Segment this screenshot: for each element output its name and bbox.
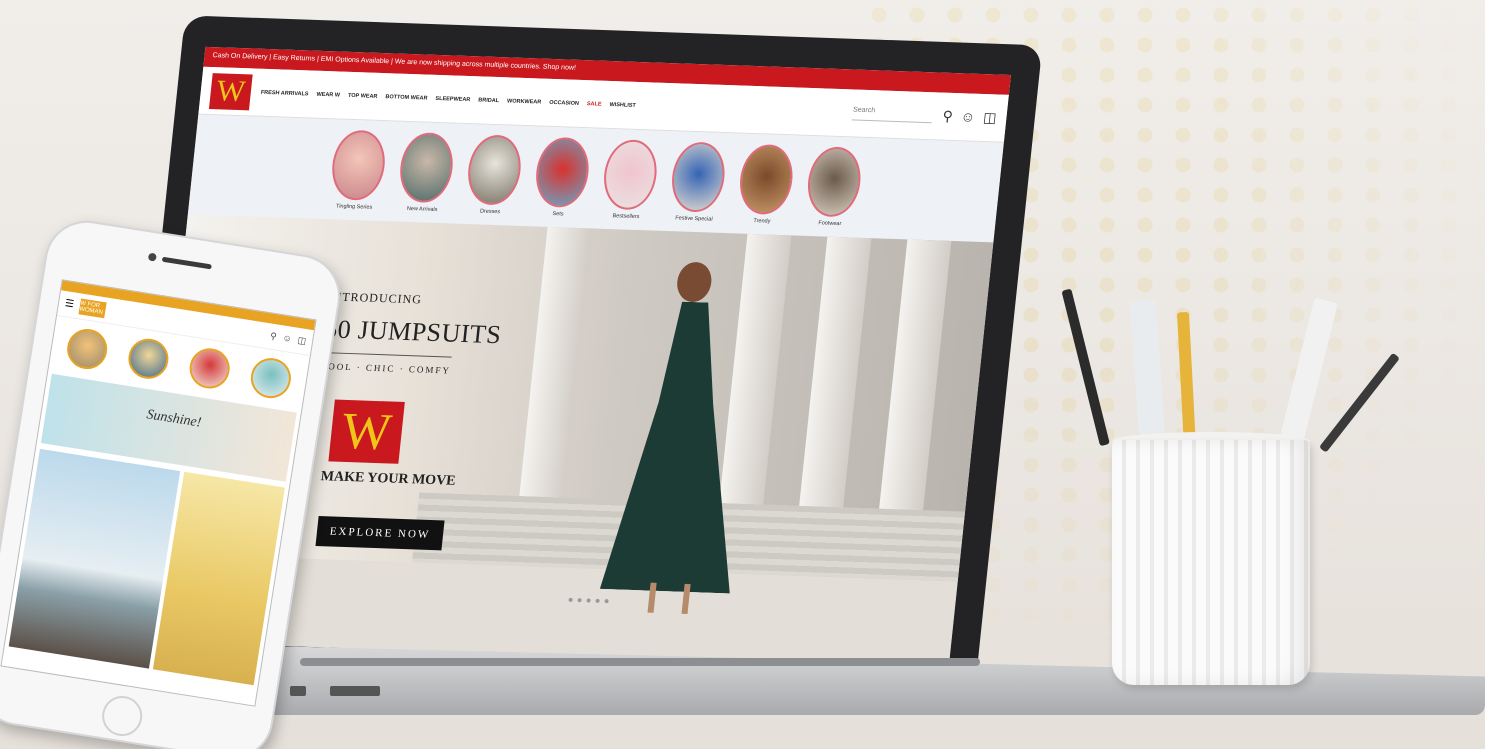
explore-now-button[interactable]: EXPLORE NOW [315, 516, 445, 551]
bag-icon[interactable]: ◫ [982, 109, 997, 126]
nav-link[interactable]: WORKWEAR [507, 98, 542, 105]
bag-icon[interactable]: ◫ [297, 335, 307, 347]
nav-link[interactable]: BRIDAL [478, 97, 499, 104]
sd-card-slot [330, 686, 380, 696]
laptop-hinge [300, 658, 980, 666]
hero-text: INTRODUCING 60 JUMPSUITS COOL · CHIC · C… [320, 289, 506, 377]
story-thumbnail [464, 134, 525, 206]
story-label: Sets [552, 211, 564, 218]
speaker-grille [161, 256, 212, 270]
story-thumbnail [532, 136, 593, 209]
search-icon[interactable]: ⚲ [269, 331, 277, 343]
story-label: New Arrivals [406, 205, 438, 214]
user-icon[interactable]: ☺ [960, 108, 976, 125]
user-icon[interactable]: ☺ [282, 333, 293, 345]
camera-icon [147, 252, 157, 262]
hero-headline: 60 JUMPSUITS [322, 314, 503, 350]
model-dress [600, 300, 760, 594]
search-icon[interactable]: ⚲ [942, 108, 954, 125]
story-item[interactable]: Bestsellers [597, 138, 662, 231]
phone-lookbook-images[interactable] [8, 448, 285, 686]
nav-link[interactable]: SLEEPWEAR [435, 95, 470, 102]
story-thumbnail [668, 141, 728, 213]
model-legs [647, 582, 691, 614]
nav-link[interactable]: SALE [587, 101, 602, 107]
story-item[interactable]: Trendy [733, 143, 798, 236]
story-label: Festive Special [674, 215, 713, 223]
usb-port [290, 686, 306, 696]
story-thumbnail [736, 143, 796, 216]
phone-screen: ☰ W FOR WOMAN ⚲ ☺ ◫ Sunshine! [0, 279, 317, 707]
search-input[interactable]: Search [851, 105, 934, 123]
story-item[interactable] [186, 345, 233, 392]
nav-link[interactable]: TOP WEAR [348, 92, 378, 99]
story-item[interactable]: Dresses [461, 134, 526, 226]
phone-banner-script: Sunshine! [145, 407, 203, 431]
story-item[interactable]: New Arrivals [393, 131, 458, 224]
hero-slogan: MAKE YOUR MOVE [319, 469, 457, 489]
phone-brand-logo[interactable]: W FOR WOMAN [78, 297, 107, 318]
lookbook-image-beach [8, 448, 181, 669]
story-thumbnail [328, 129, 389, 202]
story-item[interactable]: Festive Special [665, 141, 730, 233]
nav-link[interactable]: BOTTOM WEAR [385, 94, 428, 101]
story-label: Tingling Series [335, 203, 373, 211]
pencil-cup [1112, 440, 1310, 685]
nav-link[interactable]: OCCASION [549, 99, 579, 106]
story-item[interactable]: Sets [529, 136, 594, 228]
menu-icon[interactable]: ☰ [64, 298, 75, 310]
story-item[interactable] [64, 326, 111, 372]
story-label: Bestsellers [612, 213, 640, 221]
header-icons: ⚲ ☺ ◫ [942, 108, 997, 127]
hero-tagline: COOL · CHIC · COMFY [319, 361, 452, 376]
nav-link[interactable]: WEAR W [316, 91, 340, 98]
story-thumbnail [804, 146, 864, 218]
story-label: Trendy [753, 218, 771, 225]
story-label: Dresses [479, 208, 501, 216]
nav-link[interactable]: WISHLIST [609, 101, 636, 108]
story-item[interactable] [247, 355, 294, 402]
story-thumbnail [600, 138, 660, 211]
home-button [99, 693, 146, 739]
hero-brand-logo: W [328, 399, 405, 464]
story-item[interactable]: Tingling Series [325, 129, 390, 221]
story-label: Footwear [818, 220, 842, 228]
story-item[interactable]: Footwear [800, 146, 865, 238]
brand-logo[interactable]: W [209, 72, 253, 110]
model-head [675, 261, 714, 303]
story-thumbnail [396, 131, 457, 204]
story-item[interactable] [125, 335, 172, 382]
main-nav: FRESH ARRIVALS WEAR W TOP WEAR BOTTOM WE… [261, 89, 843, 115]
hero-divider [321, 352, 452, 358]
phone-header-icons: ⚲ ☺ ◫ [269, 331, 307, 348]
nav-link[interactable]: FRESH ARRIVALS [261, 89, 309, 97]
hero-intro: INTRODUCING [326, 289, 423, 307]
